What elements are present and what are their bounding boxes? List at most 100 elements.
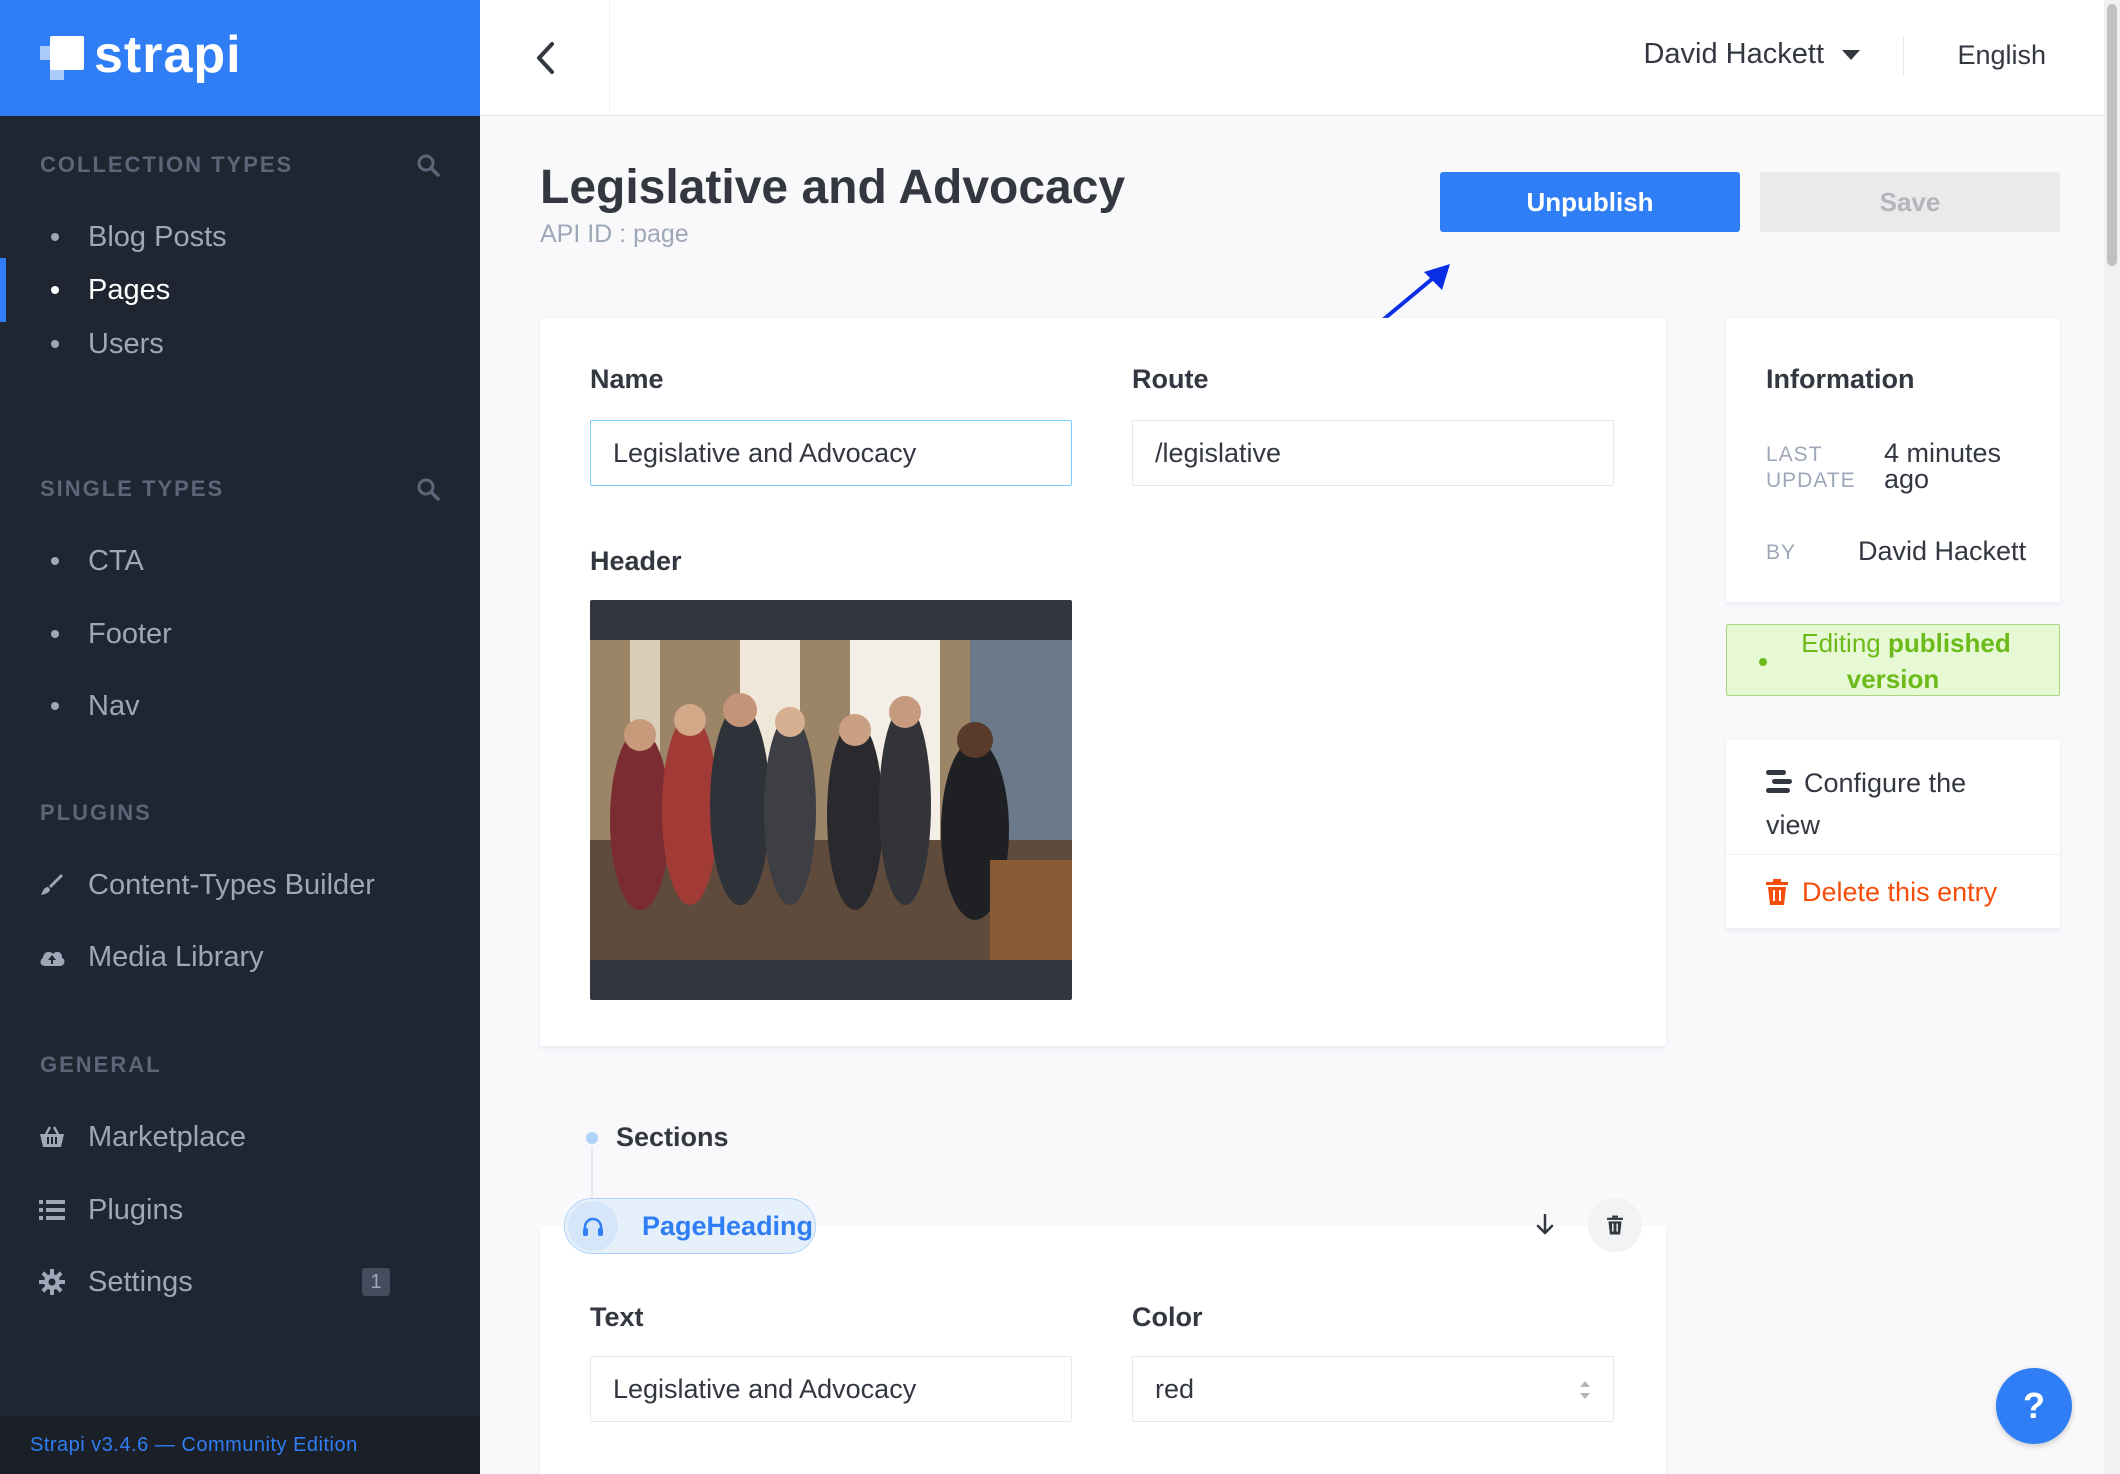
strapi-logo-icon (40, 36, 84, 80)
sections-dot-icon (586, 1132, 598, 1144)
delete-text: Delete this entry (1802, 877, 1998, 907)
component-toggle[interactable]: PageHeading (564, 1198, 816, 1254)
sidebar-item-label: Footer (88, 617, 172, 650)
main-form-card: Name Legislative and Advocacy Route /leg… (540, 318, 1666, 1046)
layout-icon (1766, 770, 1792, 793)
section-general: GENERAL (40, 1052, 440, 1078)
section-title: SINGLE TYPES (40, 476, 225, 501)
version-footer[interactable]: Strapi v3.4.6 — Community Edition (0, 1416, 480, 1474)
bullet-icon (51, 557, 59, 565)
status-bold-2: version (1846, 664, 1940, 694)
last-update-value: 4 minutes ago (1884, 438, 2002, 494)
sidebar-item-label: Blog Posts (88, 220, 227, 253)
page-scrollbar[interactable] (2104, 0, 2120, 1474)
status-prefix: Editing (1801, 628, 1881, 658)
list-icon (38, 1196, 66, 1224)
sidebar-item-label: Settings (88, 1265, 193, 1298)
section-title: GENERAL (40, 1052, 162, 1077)
sections-label: Sections (616, 1122, 729, 1152)
section-collection-types: COLLECTION TYPES (40, 152, 440, 178)
notification-badge: 1 (362, 1268, 390, 1296)
sidebar-item-content-types-builder[interactable]: Content-Types Builder (0, 853, 480, 917)
trash-icon (1607, 1215, 1623, 1235)
sidebar-item-label: Pages (88, 273, 171, 306)
route-input[interactable]: /legislative (1132, 420, 1614, 486)
configure-text-2: view (1766, 810, 1821, 840)
status-dot-icon (1759, 658, 1767, 666)
page-title: Legislative and Advocacy (540, 161, 1126, 214)
sidebar-item-cta[interactable]: CTA (0, 529, 480, 593)
search-icon[interactable] (416, 153, 440, 177)
editing-status-badge: Editing published version (1726, 624, 2060, 696)
name-label: Name (590, 364, 664, 394)
top-header: David Hackett English (480, 0, 2104, 116)
sidebar-item-media-library[interactable]: Media Library (0, 925, 480, 989)
user-menu[interactable]: David Hackett (1643, 38, 1860, 71)
name-input[interactable]: Legislative and Advocacy (590, 420, 1072, 486)
sidebar-item-label: Nav (88, 689, 140, 722)
basket-icon (38, 1123, 66, 1151)
unpublish-button[interactable]: Unpublish (1440, 172, 1740, 232)
text-input[interactable]: Legislative and Advocacy (590, 1356, 1072, 1422)
delete-entry-link[interactable]: Delete this entry (1766, 877, 1997, 908)
configure-view-link[interactable]: Configure the view (1766, 762, 1966, 846)
component-name: PageHeading (642, 1210, 814, 1241)
api-id: API ID : page (540, 220, 689, 248)
sidebar-item-label: Content-Types Builder (88, 868, 375, 901)
save-button[interactable]: Save (1760, 172, 2060, 232)
arrow-down-icon (1536, 1214, 1554, 1235)
strapi-logo[interactable]: strapi (40, 26, 242, 85)
by-value: David Hackett (1858, 536, 2027, 566)
sidebar-item-label: Users (88, 327, 164, 360)
information-title: Information (1766, 364, 1915, 394)
bullet-icon (51, 702, 59, 710)
by-key: BY (1766, 541, 1797, 564)
sidebar-item-users[interactable]: Users (0, 312, 480, 376)
text-label: Text (590, 1302, 644, 1332)
scrollbar-thumb[interactable] (2107, 4, 2117, 266)
sidebar-item-footer[interactable]: Footer (0, 602, 480, 666)
sidebar: strapi COLLECTION TYPES Blog Posts Pages… (0, 0, 480, 1474)
sidebar-item-plugins[interactable]: Plugins (0, 1178, 480, 1242)
header-media-field[interactable] (590, 600, 1072, 1000)
help-button[interactable]: ? (1996, 1368, 2072, 1444)
status-bold-1: published (1887, 628, 2011, 658)
bullet-icon (51, 630, 59, 638)
sections-line (591, 1146, 593, 1198)
headphones-icon (568, 1201, 618, 1251)
trash-icon (1766, 879, 1788, 905)
sidebar-item-label: CTA (88, 544, 144, 577)
bullet-icon (51, 340, 59, 348)
bullet-icon (51, 233, 59, 241)
sidebar-item-nav[interactable]: Nav (0, 674, 480, 738)
sidebar-item-marketplace[interactable]: Marketplace (0, 1105, 480, 1169)
color-select-value: red (1155, 1373, 1195, 1404)
search-icon[interactable] (416, 477, 440, 501)
color-select[interactable]: red (1132, 1356, 1614, 1422)
move-down-button[interactable] (1518, 1198, 1572, 1252)
header-divider (1903, 36, 1904, 76)
section-plugins: PLUGINS (40, 800, 440, 826)
information-card: Information LAST UPDATE 4 minutes ago BY… (1726, 318, 2060, 602)
sidebar-item-settings[interactable]: Settings 1 (0, 1250, 480, 1314)
brand-name: strapi (94, 26, 242, 84)
sidebar-item-label: Plugins (88, 1193, 184, 1226)
caret-down-icon (1842, 49, 1860, 60)
bullet-icon (51, 286, 59, 294)
sidebar-nav: COLLECTION TYPES Blog Posts Pages Users … (0, 116, 480, 1416)
language-switcher[interactable]: English (1957, 40, 2046, 71)
section-title: COLLECTION TYPES (40, 152, 294, 177)
chevron-left-icon (536, 42, 554, 74)
select-arrows-icon (1580, 1381, 1590, 1399)
section-title: PLUGINS (40, 800, 152, 825)
delete-component-button[interactable] (1588, 1198, 1642, 1252)
route-label: Route (1132, 364, 1209, 394)
sidebar-item-label: Media Library (88, 940, 264, 973)
configure-text-1: Configure the (1804, 768, 1967, 798)
paintbrush-icon (38, 871, 66, 899)
header-image (590, 640, 1072, 960)
last-update-key: LAST UPDATE (1766, 443, 1856, 492)
back-button[interactable] (480, 0, 610, 116)
header-label: Header (590, 546, 682, 576)
component-card: Text Legislative and Advocacy Color red (540, 1226, 1666, 1474)
